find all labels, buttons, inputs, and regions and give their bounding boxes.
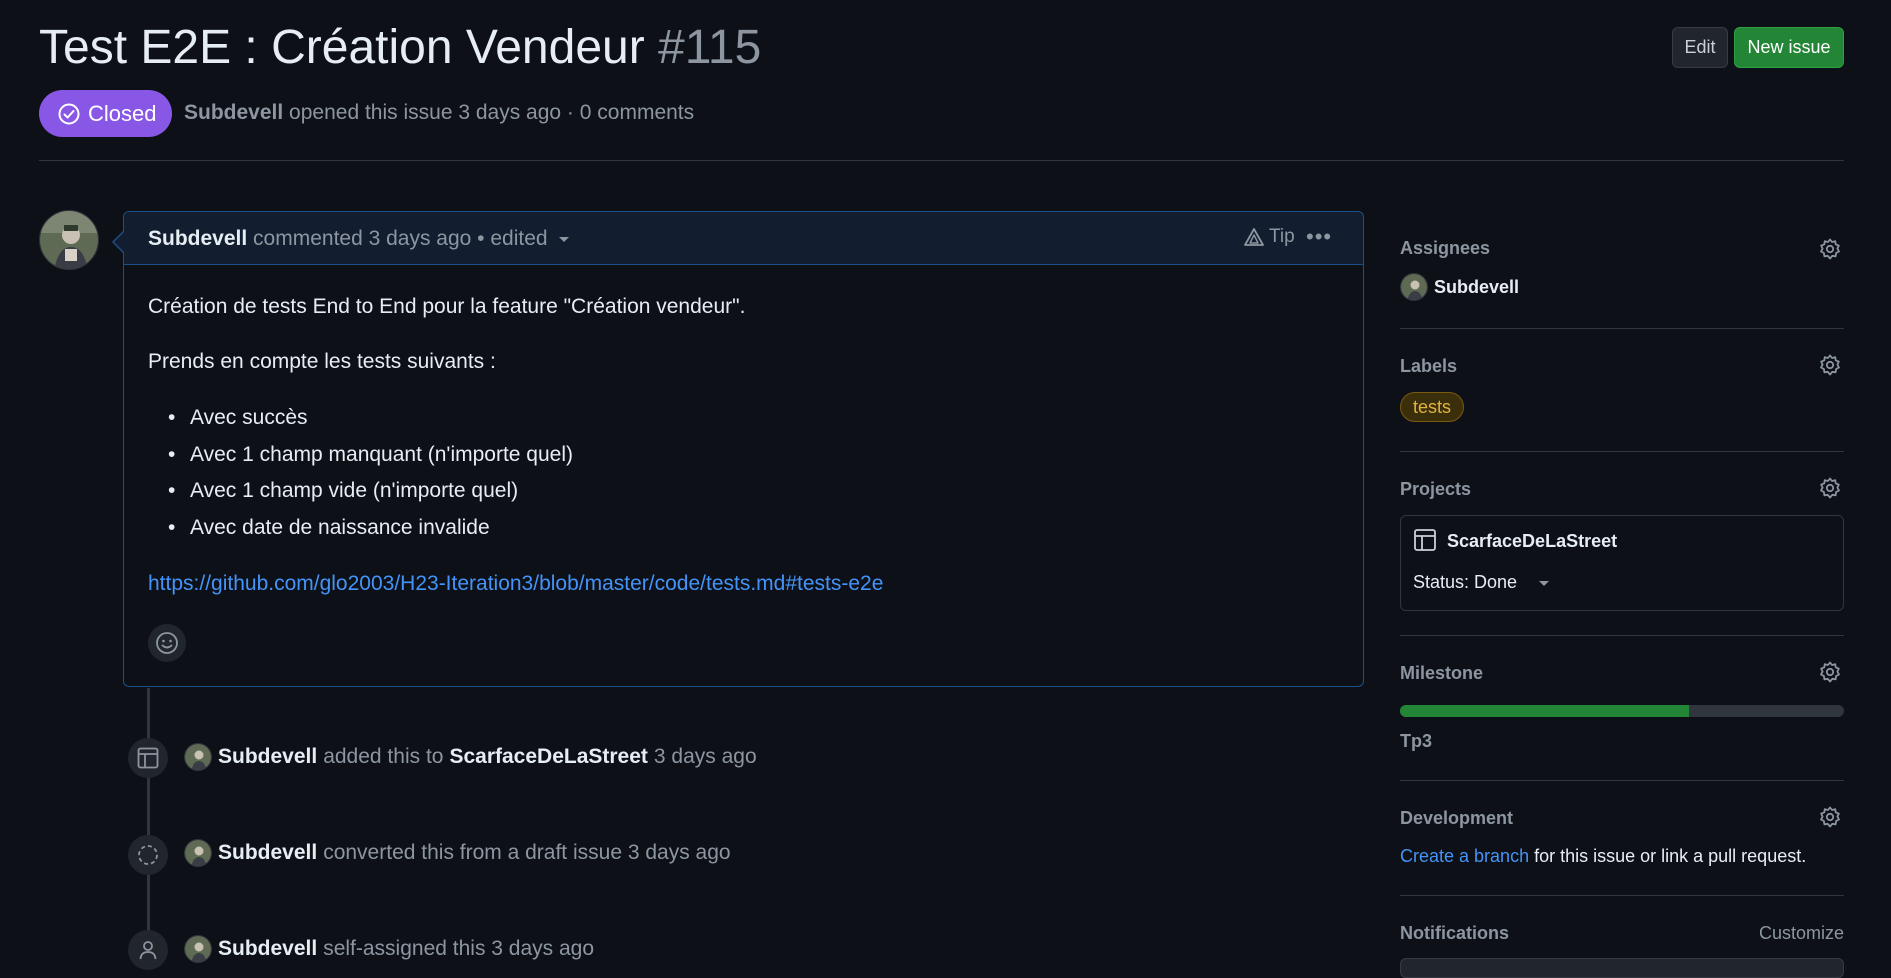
sidebar-divider bbox=[1400, 895, 1844, 896]
table-icon bbox=[128, 738, 168, 778]
gear-icon[interactable] bbox=[1818, 660, 1842, 684]
timeline-item: Subdevell added this to ScarfaceDeLaStre… bbox=[184, 742, 757, 772]
assignee-item[interactable]: Subdevell bbox=[1400, 273, 1519, 301]
project-status-dropdown[interactable]: Status: Done bbox=[1413, 572, 1551, 593]
create-branch-link[interactable]: Create a branch bbox=[1400, 846, 1529, 866]
timeline-actor[interactable]: Subdevell bbox=[218, 742, 317, 772]
timeline-actor[interactable]: Subdevell bbox=[218, 934, 317, 964]
chevron-down-icon[interactable] bbox=[557, 232, 571, 246]
avatar[interactable] bbox=[39, 210, 99, 270]
person-icon bbox=[128, 930, 168, 970]
table-icon bbox=[1414, 529, 1436, 551]
comment-header-text: Subdevell commented 3 days ago • edited bbox=[148, 226, 571, 252]
alert-triangle-icon bbox=[1244, 228, 1264, 246]
gear-icon[interactable] bbox=[1818, 805, 1842, 829]
sidebar-divider bbox=[1400, 451, 1844, 452]
comments-count: 0 comments bbox=[579, 101, 695, 124]
timeline-line bbox=[147, 688, 150, 967]
timeline-item: Subdevell self-assigned this 3 days ago bbox=[184, 934, 594, 964]
timeline-text: self-assigned this 3 days ago bbox=[323, 937, 595, 960]
new-issue-button[interactable]: New issue bbox=[1734, 27, 1844, 68]
check-circle-icon bbox=[58, 103, 80, 124]
milestone-heading: Milestone bbox=[1400, 663, 1484, 683]
avatar bbox=[1400, 273, 1428, 301]
tip-button[interactable]: Tip bbox=[1243, 226, 1295, 248]
sidebar-divider bbox=[1400, 328, 1844, 329]
gear-icon[interactable] bbox=[1818, 476, 1842, 500]
milestone-name-link[interactable]: Tp3 bbox=[1400, 731, 1432, 752]
avatar[interactable] bbox=[184, 839, 212, 867]
issue-meta: Subdevell opened this issue 3 days ago ·… bbox=[184, 100, 694, 126]
issue-author-link[interactable]: Subdevell bbox=[184, 101, 283, 124]
meta-separator: · bbox=[566, 101, 574, 124]
sidebar-divider bbox=[1400, 780, 1844, 781]
milestone-progress-fill bbox=[1400, 705, 1689, 717]
sidebar-divider bbox=[1400, 635, 1844, 636]
development-text: Create a branch for this issue or link a… bbox=[1400, 846, 1806, 867]
list-item: Avec 1 champ manquant (n'importe quel) bbox=[168, 442, 573, 468]
timeline-text: converted this from a draft issue 3 days… bbox=[323, 841, 731, 864]
issue-title: Test E2E : Création Vendeur #115 bbox=[39, 18, 761, 78]
draft-icon bbox=[128, 835, 168, 875]
avatar[interactable] bbox=[184, 743, 212, 771]
header-divider bbox=[39, 160, 1844, 161]
assignees-heading: Assignees bbox=[1400, 238, 1491, 258]
comment-caret-inner bbox=[114, 232, 124, 252]
development-heading: Development bbox=[1400, 808, 1514, 828]
projects-heading: Projects bbox=[1400, 479, 1472, 499]
notifications-heading: Notifications bbox=[1400, 923, 1510, 943]
status-badge-label: Closed bbox=[88, 100, 157, 126]
smiley-icon bbox=[156, 632, 178, 654]
issue-title-text: Test E2E : Création Vendeur bbox=[39, 21, 645, 74]
milestone-progress-bar bbox=[1400, 705, 1844, 717]
assignee-name: Subdevell bbox=[1434, 276, 1520, 297]
comment-meta[interactable]: commented 3 days ago • edited bbox=[253, 227, 548, 250]
timeline-project-link[interactable]: ScarfaceDeLaStreet bbox=[449, 742, 647, 772]
timeline-item: Subdevell converted this from a draft is… bbox=[184, 838, 731, 868]
chevron-down-icon bbox=[1539, 580, 1550, 586]
timeline-text: added this to bbox=[323, 745, 444, 768]
gear-icon[interactable] bbox=[1818, 353, 1842, 377]
comment-author-link[interactable]: Subdevell bbox=[148, 227, 247, 250]
gear-icon[interactable] bbox=[1818, 237, 1842, 261]
edit-button[interactable]: Edit bbox=[1672, 27, 1728, 68]
avatar[interactable] bbox=[184, 935, 212, 963]
tip-label: Tip bbox=[1269, 226, 1295, 247]
subscribe-button[interactable] bbox=[1400, 958, 1844, 978]
add-reaction-button[interactable] bbox=[148, 624, 186, 662]
comment-link[interactable]: https://github.com/glo2003/H23-Iteration… bbox=[148, 571, 883, 597]
comment-paragraph-2: Prends en compte les tests suivants : bbox=[148, 350, 496, 373]
issue-number: #115 bbox=[658, 21, 762, 74]
issue-opened-text: opened this issue 3 days ago bbox=[289, 101, 562, 124]
timeline-actor[interactable]: Subdevell bbox=[218, 838, 317, 868]
project-card bbox=[1400, 515, 1844, 611]
status-badge: Closed bbox=[39, 90, 172, 137]
labels-heading: Labels bbox=[1400, 356, 1458, 376]
comment-paragraph-1: Création de tests End to End pour la fea… bbox=[148, 295, 746, 318]
customize-link[interactable]: Customize bbox=[1759, 923, 1844, 944]
project-status-label: Status: Done bbox=[1413, 572, 1518, 592]
list-item: Avec succès bbox=[168, 405, 307, 431]
label-tests[interactable]: tests bbox=[1400, 392, 1465, 422]
list-item: Avec 1 champ vide (n'importe quel) bbox=[168, 478, 518, 504]
kebab-menu-icon[interactable]: ••• bbox=[1306, 224, 1332, 250]
list-item: Avec date de naissance invalide bbox=[168, 515, 490, 541]
project-name-link[interactable]: ScarfaceDeLaStreet bbox=[1447, 531, 1617, 552]
development-rest-text: for this issue or link a pull request. bbox=[1534, 846, 1807, 866]
timeline-time: 3 days ago bbox=[653, 745, 757, 768]
